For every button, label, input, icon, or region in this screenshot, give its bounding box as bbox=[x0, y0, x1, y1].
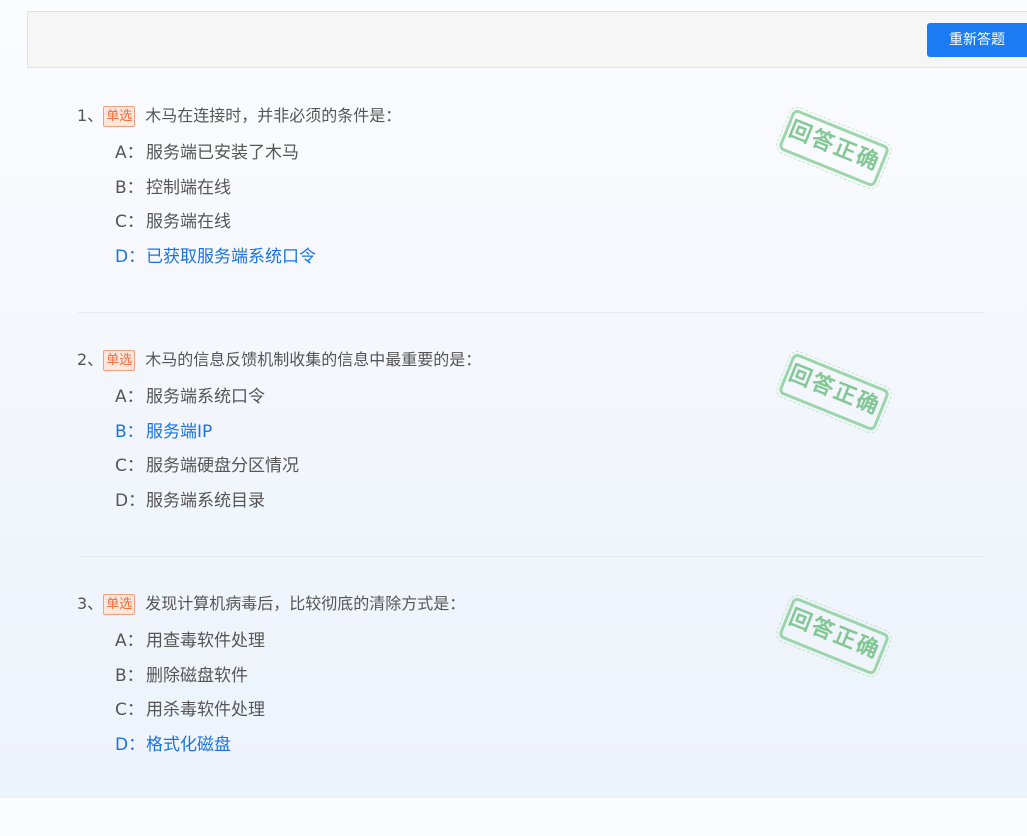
option-text: 用杀毒软件处理 bbox=[146, 700, 265, 720]
question-title: 1、 单选 木马在连接时，并非必须的条件是： bbox=[77, 104, 401, 128]
option-d[interactable]: D：格式化磁盘 bbox=[115, 728, 265, 763]
answer-correct-stamp: 回答正确 bbox=[774, 346, 894, 438]
answer-correct-stamp: 回答正确 bbox=[774, 590, 894, 682]
option-text: 服务端系统口令 bbox=[146, 387, 265, 407]
option-text: 服务端系统目录 bbox=[146, 490, 265, 511]
option-text: 控制端在线 bbox=[146, 177, 231, 198]
option-letter: C： bbox=[115, 700, 144, 720]
question-type-badge: 单选 bbox=[103, 350, 136, 371]
question-number: 1、 bbox=[77, 106, 104, 125]
option-text: 服务端在线 bbox=[146, 212, 231, 232]
option-list: A： 用查毒软件处理 B： 删除磁盘软件 C： 用杀毒软件处理 D：格式化磁盘 bbox=[115, 624, 265, 762]
option-letter: A： bbox=[115, 387, 144, 407]
option-text: 服务端已安装了木马 bbox=[146, 143, 299, 163]
option-letter: A： bbox=[115, 631, 144, 651]
option-text: 服务端IP bbox=[146, 421, 213, 442]
option-c[interactable]: C： 服务端硬盘分区情况 bbox=[115, 449, 299, 484]
option-letter: D： bbox=[115, 490, 146, 511]
option-a[interactable]: A： 用查毒软件处理 bbox=[115, 624, 265, 659]
option-letter: B： bbox=[115, 421, 144, 442]
question-text: 木马在连接时，并非必须的条件是： bbox=[145, 106, 402, 125]
option-letter: B： bbox=[115, 177, 144, 198]
option-letter: C： bbox=[115, 212, 144, 232]
question-title: 3、 单选 发现计算机病毒后，比较彻底的清除方式是： bbox=[77, 592, 465, 616]
question-divider bbox=[77, 312, 985, 313]
option-letter: B： bbox=[115, 665, 144, 686]
option-letter: D： bbox=[115, 246, 146, 267]
option-c[interactable]: C： 用杀毒软件处理 bbox=[115, 693, 265, 728]
question-type-badge: 单选 bbox=[103, 594, 136, 615]
option-d[interactable]: D：已获取服务端系统口令 bbox=[115, 240, 316, 275]
option-text: 用查毒软件处理 bbox=[146, 631, 265, 651]
question-type-badge: 单选 bbox=[103, 106, 136, 127]
question-text: 发现计算机病毒后，比较彻底的清除方式是： bbox=[145, 594, 466, 613]
question-3: 3、 单选 发现计算机病毒后，比较彻底的清除方式是： A： 用查毒软件处理 B： 删除磁… bbox=[77, 590, 985, 836]
option-c[interactable]: C： 服务端在线 bbox=[115, 205, 316, 240]
option-a[interactable]: A： 服务端系统口令 bbox=[115, 380, 299, 415]
question-divider bbox=[77, 556, 985, 557]
redo-quiz-button[interactable]: 重新答题 bbox=[927, 23, 1027, 57]
quiz-toolbar: 重新答题 bbox=[27, 11, 1027, 68]
option-b[interactable]: B： 控制端在线 bbox=[115, 171, 316, 206]
option-text: 服务端硬盘分区情况 bbox=[146, 456, 299, 476]
option-text: 格式化磁盘 bbox=[146, 734, 231, 755]
answer-correct-stamp: 回答正确 bbox=[774, 102, 894, 194]
question-title: 2、 单选 木马的信息反馈机制收集的信息中最重要的是： bbox=[77, 348, 481, 372]
option-letter: D： bbox=[115, 734, 146, 755]
option-d[interactable]: D：服务端系统目录 bbox=[115, 484, 299, 519]
option-b[interactable]: B： 服务端IP bbox=[115, 415, 299, 450]
option-letter: A： bbox=[115, 143, 144, 163]
option-list: A： 服务端已安装了木马 B： 控制端在线 C： 服务端在线 D：已获取服务端系统口令 bbox=[115, 136, 316, 274]
option-text: 删除磁盘软件 bbox=[146, 665, 248, 686]
question-number: 2、 bbox=[77, 350, 104, 369]
option-text: 已获取服务端系统口令 bbox=[146, 246, 316, 267]
option-letter: C： bbox=[115, 456, 144, 476]
question-text: 木马的信息反馈机制收集的信息中最重要的是： bbox=[145, 350, 482, 369]
option-a[interactable]: A： 服务端已安装了木马 bbox=[115, 136, 316, 171]
question-number: 3、 bbox=[77, 594, 104, 613]
option-b[interactable]: B： 删除磁盘软件 bbox=[115, 659, 265, 694]
option-list: A： 服务端系统口令 B： 服务端IP C： 服务端硬盘分区情况 D：服务端系统目录 bbox=[115, 380, 299, 518]
